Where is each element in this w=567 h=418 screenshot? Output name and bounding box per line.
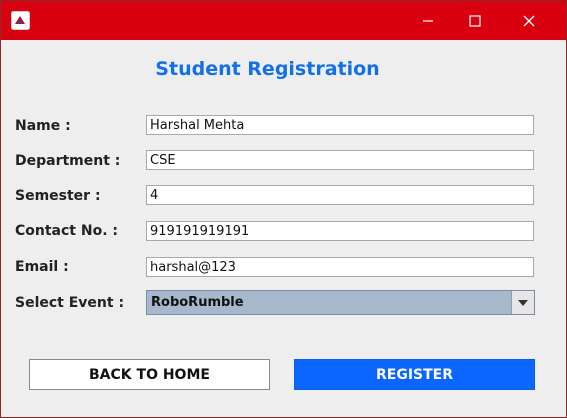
name-field[interactable] [146, 115, 534, 135]
event-select[interactable]: RoboRumble [146, 290, 535, 315]
chevron-down-icon[interactable] [511, 291, 534, 314]
department-field[interactable] [146, 150, 534, 170]
department-label: Department : [15, 153, 121, 169]
maximize-icon[interactable] [452, 1, 498, 40]
close-icon[interactable] [506, 1, 552, 40]
register-button[interactable]: REGISTER [294, 359, 535, 390]
email-field[interactable] [146, 257, 534, 277]
page-title: Student Registration [155, 58, 380, 80]
semester-label: Semester : [15, 188, 101, 204]
event-selected-value: RoboRumble [151, 295, 244, 310]
semester-field[interactable] [146, 185, 534, 205]
email-label: Email : [15, 259, 69, 275]
contact-label: Contact No. : [15, 223, 118, 239]
title-bar[interactable] [1, 1, 566, 40]
contact-field[interactable] [146, 221, 534, 241]
name-label: Name : [15, 118, 71, 134]
java-app-icon [11, 11, 30, 30]
event-label: Select Event : [15, 295, 125, 311]
minimize-icon[interactable] [405, 1, 451, 40]
back-to-home-button[interactable]: BACK TO HOME [29, 359, 270, 390]
registration-window: Student Registration Name : Department :… [0, 0, 567, 418]
